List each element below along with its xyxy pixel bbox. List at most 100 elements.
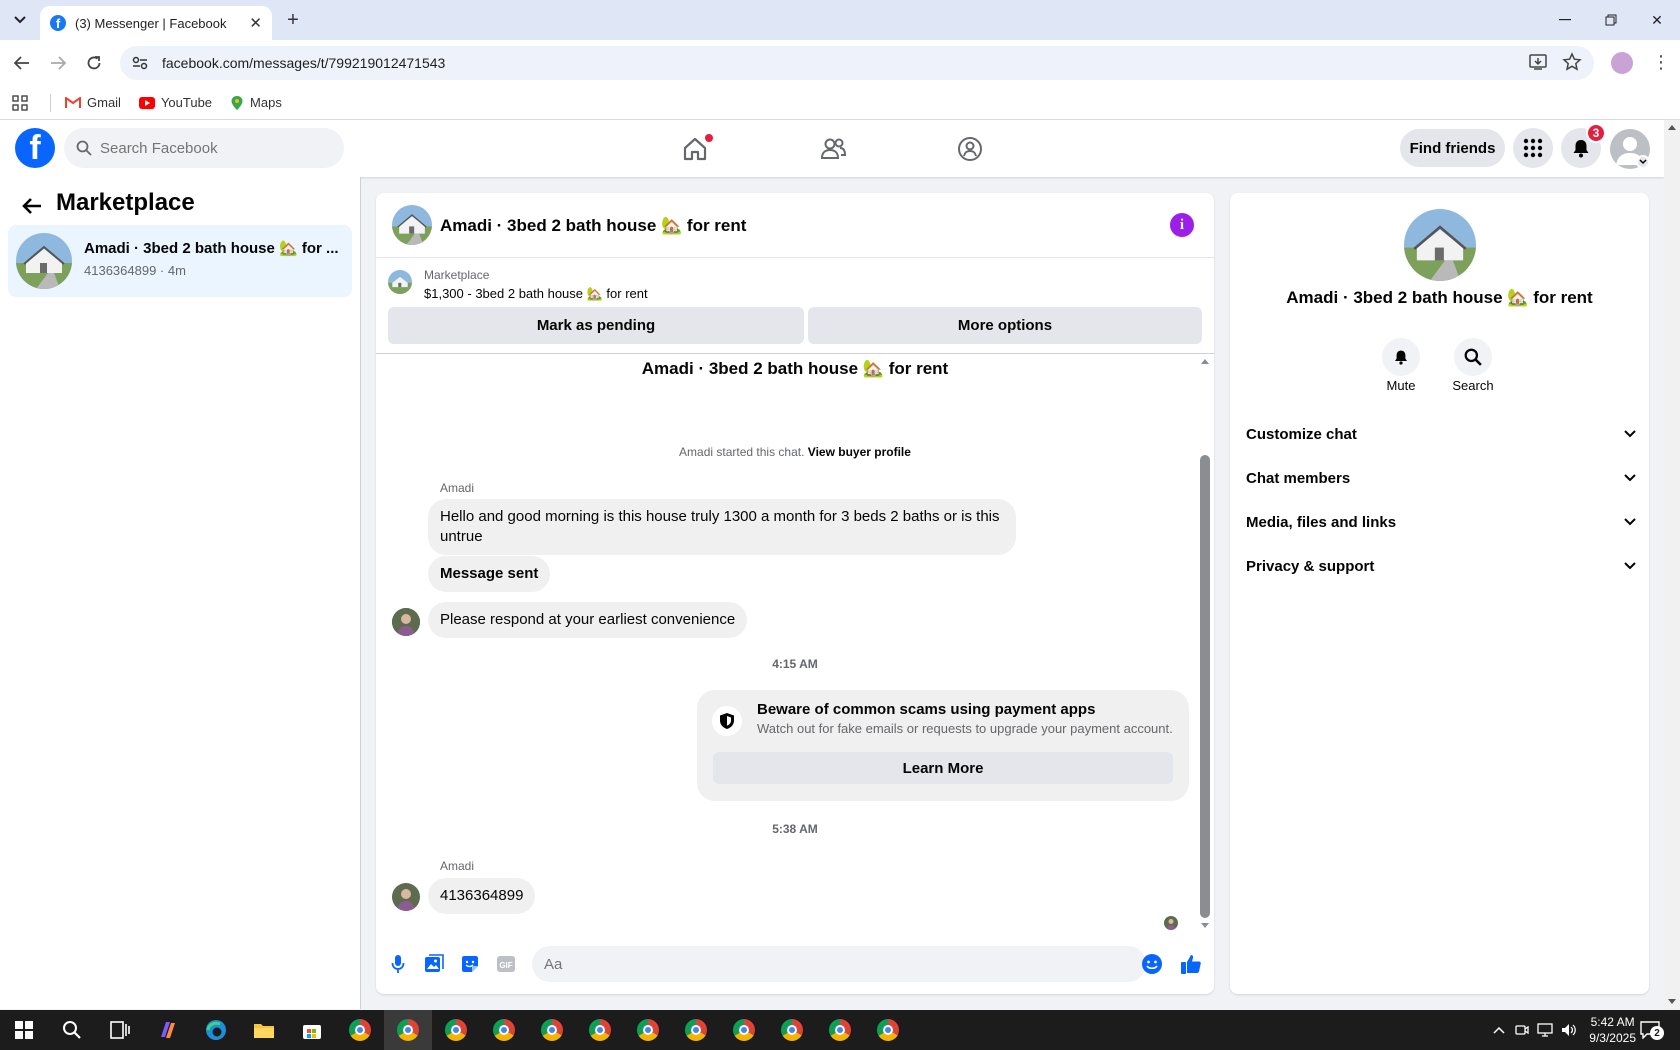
chrome-taskbar-icon[interactable] bbox=[528, 1010, 576, 1050]
listing-house-thumbnail bbox=[388, 270, 412, 294]
meet-now-icon[interactable] bbox=[1515, 1023, 1529, 1037]
sender-avatar[interactable] bbox=[392, 608, 420, 636]
new-tab-button[interactable]: + bbox=[281, 8, 305, 32]
windows-start-icon[interactable] bbox=[0, 1010, 48, 1050]
section-label: Media, files and links bbox=[1246, 513, 1397, 531]
tab-search-dropdown-icon[interactable] bbox=[8, 8, 32, 32]
emoji-icon[interactable] bbox=[1140, 952, 1164, 976]
learn-more-button[interactable]: Learn More bbox=[713, 752, 1173, 784]
chat-members-section[interactable]: Chat members bbox=[1246, 458, 1636, 498]
chrome-taskbar-icon[interactable] bbox=[864, 1010, 912, 1050]
message-timestamp: 4:15 AM bbox=[772, 657, 818, 671]
chrome-taskbar-icon[interactable] bbox=[720, 1010, 768, 1050]
chrome-taskbar-icon[interactable] bbox=[480, 1010, 528, 1050]
browser-tab-messenger[interactable]: f (3) Messenger | Facebook ✕ bbox=[40, 6, 272, 40]
taskbar-search-icon[interactable] bbox=[48, 1010, 96, 1050]
task-view-icon[interactable] bbox=[96, 1010, 144, 1050]
chat-details-panel bbox=[1230, 193, 1649, 994]
chrome-taskbar-icon[interactable] bbox=[576, 1010, 624, 1050]
groups-nav-icon[interactable] bbox=[950, 130, 990, 168]
microsoft-store-icon[interactable] bbox=[288, 1010, 336, 1050]
address-bar[interactable]: facebook.com/messages/t/799219012471543 bbox=[120, 46, 1594, 80]
chrome-taskbar-icon[interactable] bbox=[624, 1010, 672, 1050]
scrollbar-thumb[interactable] bbox=[1200, 455, 1210, 918]
minimize-window-button[interactable] bbox=[1542, 0, 1588, 40]
message-bubble[interactable]: Message sent bbox=[428, 556, 551, 592]
mark-as-pending-button[interactable]: Mark as pending bbox=[388, 307, 804, 344]
chrome-taskbar-icon[interactable] bbox=[384, 1010, 432, 1050]
notification-center-icon[interactable]: 2 bbox=[1636, 1018, 1664, 1042]
back-arrow-icon[interactable] bbox=[8, 49, 36, 77]
forward-arrow-icon[interactable] bbox=[44, 49, 72, 77]
account-chevron-icon[interactable] bbox=[1636, 155, 1650, 169]
profile-avatar-icon[interactable] bbox=[1611, 52, 1633, 74]
install-app-icon[interactable] bbox=[1528, 52, 1548, 72]
conversation-item[interactable]: Amadi · 3bed 2 bath house 🏡 for ... 4136… bbox=[8, 225, 352, 297]
chat-title[interactable]: Amadi · 3bed 2 bath house 🏡 for rent bbox=[440, 216, 746, 236]
message-input[interactable] bbox=[544, 955, 1084, 973]
message-bubble[interactable]: Hello and good morning is this house tru… bbox=[428, 499, 1016, 555]
search-input[interactable] bbox=[100, 139, 320, 157]
search-icon[interactable] bbox=[1454, 338, 1492, 376]
pinned-marketplace-label: Marketplace bbox=[424, 268, 490, 282]
message-composer[interactable] bbox=[532, 946, 1146, 982]
volume-icon[interactable] bbox=[1561, 1023, 1577, 1037]
chrome-taskbar-icon[interactable] bbox=[672, 1010, 720, 1050]
tray-chevron-up-icon[interactable] bbox=[1493, 1026, 1505, 1034]
bookmark-youtube[interactable]: YouTube bbox=[138, 95, 213, 110]
info-icon[interactable]: i bbox=[1170, 213, 1194, 237]
pinned-listing-text[interactable]: $1,300 - 3bed 2 bath house 🏡 for rent bbox=[424, 286, 648, 302]
listing-house-thumbnail[interactable] bbox=[1404, 209, 1476, 281]
browser-menu-icon[interactable]: ⋮ bbox=[1652, 52, 1670, 72]
bookmark-star-icon[interactable] bbox=[1562, 52, 1582, 72]
facebook-logo-icon[interactable]: f bbox=[15, 128, 55, 168]
chrome-taskbar-icon[interactable] bbox=[768, 1010, 816, 1050]
find-friends-button[interactable]: Find friends bbox=[1400, 129, 1505, 167]
view-buyer-profile-link[interactable]: View buyer profile bbox=[808, 445, 911, 459]
facebook-search-box[interactable] bbox=[64, 128, 344, 168]
chrome-taskbar-icon[interactable] bbox=[432, 1010, 480, 1050]
customize-chat-section[interactable]: Customize chat bbox=[1246, 414, 1636, 454]
copilot-icon[interactable] bbox=[144, 1010, 192, 1050]
apps-grid-icon[interactable] bbox=[12, 94, 28, 111]
home-nav-icon[interactable] bbox=[675, 130, 715, 168]
gmail-icon bbox=[65, 96, 81, 109]
taskbar-clock[interactable]: 5:42 AM 9/3/2025 bbox=[1589, 1014, 1636, 1046]
friends-nav-icon[interactable] bbox=[813, 130, 853, 168]
menu-grid-icon[interactable] bbox=[1513, 128, 1553, 168]
close-tab-icon[interactable]: ✕ bbox=[249, 14, 262, 32]
more-options-button[interactable]: More options bbox=[808, 307, 1202, 344]
privacy-support-section[interactable]: Privacy & support bbox=[1246, 546, 1636, 586]
mute-bell-icon[interactable] bbox=[1382, 338, 1420, 376]
close-window-button[interactable]: ✕ bbox=[1634, 0, 1680, 40]
restore-window-button[interactable] bbox=[1588, 0, 1634, 40]
file-explorer-icon[interactable] bbox=[240, 1010, 288, 1050]
listing-house-thumbnail[interactable] bbox=[392, 205, 432, 245]
page-scrollbar[interactable] bbox=[1664, 120, 1680, 1010]
gif-icon[interactable]: GIF bbox=[494, 952, 518, 976]
sticker-icon[interactable] bbox=[458, 952, 482, 976]
microphone-icon[interactable] bbox=[386, 952, 410, 976]
chevron-down-icon bbox=[1624, 430, 1636, 438]
message-sender: Amadi bbox=[440, 859, 475, 873]
edge-icon[interactable] bbox=[192, 1010, 240, 1050]
chrome-taskbar-icon[interactable] bbox=[816, 1010, 864, 1050]
message-bubble[interactable]: Please respond at your earliest convenie… bbox=[428, 602, 748, 638]
youtube-icon bbox=[138, 96, 155, 109]
sender-avatar[interactable] bbox=[392, 883, 420, 911]
bookmark-label: YouTube bbox=[160, 95, 213, 110]
site-info-icon[interactable] bbox=[132, 56, 148, 70]
bookmarks-divider bbox=[50, 93, 51, 112]
bookmark-label: Maps bbox=[250, 95, 282, 110]
chrome-taskbar-icon[interactable] bbox=[336, 1010, 384, 1050]
back-arrow-icon[interactable] bbox=[18, 192, 46, 220]
like-thumbs-up-icon[interactable] bbox=[1179, 952, 1203, 976]
media-files-links-section[interactable]: Media, files and links bbox=[1246, 502, 1636, 542]
network-icon[interactable] bbox=[1537, 1023, 1553, 1037]
bookmark-gmail[interactable]: Gmail bbox=[65, 95, 121, 110]
url-text: facebook.com/messages/t/799219012471543 bbox=[162, 55, 446, 71]
reload-icon[interactable] bbox=[80, 49, 108, 77]
photo-icon[interactable] bbox=[422, 952, 446, 976]
message-bubble[interactable]: 4136364899 bbox=[428, 878, 536, 914]
bookmark-maps[interactable]: Maps bbox=[230, 95, 282, 111]
